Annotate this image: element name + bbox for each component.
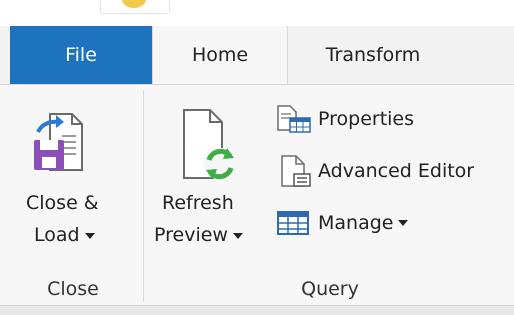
tab-home[interactable]: Home <box>152 26 288 85</box>
advanced-editor-button[interactable]: Advanced Editor <box>276 154 474 188</box>
refresh-label-line2: Preview <box>154 224 243 246</box>
close-load-button[interactable]: Close & Load <box>18 100 133 290</box>
refresh-preview-icon <box>183 109 236 180</box>
advanced-editor-icon <box>281 155 311 187</box>
group-separator <box>143 90 144 302</box>
properties-label: Properties <box>318 108 415 130</box>
refresh-label-line1: Refresh <box>162 192 234 214</box>
save-close-load-icon <box>34 113 83 171</box>
close-load-label-line1: Close & <box>26 192 99 214</box>
quick-access-toolbar <box>0 0 514 26</box>
advanced-editor-label: Advanced Editor <box>318 160 475 182</box>
properties-icon <box>277 105 311 133</box>
close-group-label: Close <box>47 278 99 300</box>
properties-button[interactable]: Properties <box>276 102 414 136</box>
manage-table-icon <box>277 211 309 235</box>
ribbon-bottom-border <box>0 305 514 315</box>
refresh-preview-button[interactable]: Refresh Preview <box>150 100 270 290</box>
ribbon-tabs: File Home Transform <box>0 26 514 85</box>
close-load-label-text: Load <box>34 224 80 246</box>
refresh-label-text: Preview <box>154 224 228 246</box>
query-group-label: Query <box>301 278 359 300</box>
tab-transform[interactable]: Transform <box>288 26 458 84</box>
close-load-label-line2: Load <box>34 224 95 246</box>
chevron-down-icon <box>232 232 243 239</box>
manage-button[interactable]: Manage <box>276 206 409 240</box>
quick-access-icon[interactable] <box>100 0 170 14</box>
tab-file[interactable]: File <box>10 26 152 84</box>
chevron-down-icon <box>84 232 95 239</box>
manage-label: Manage <box>318 212 394 234</box>
chevron-down-icon <box>398 220 409 226</box>
